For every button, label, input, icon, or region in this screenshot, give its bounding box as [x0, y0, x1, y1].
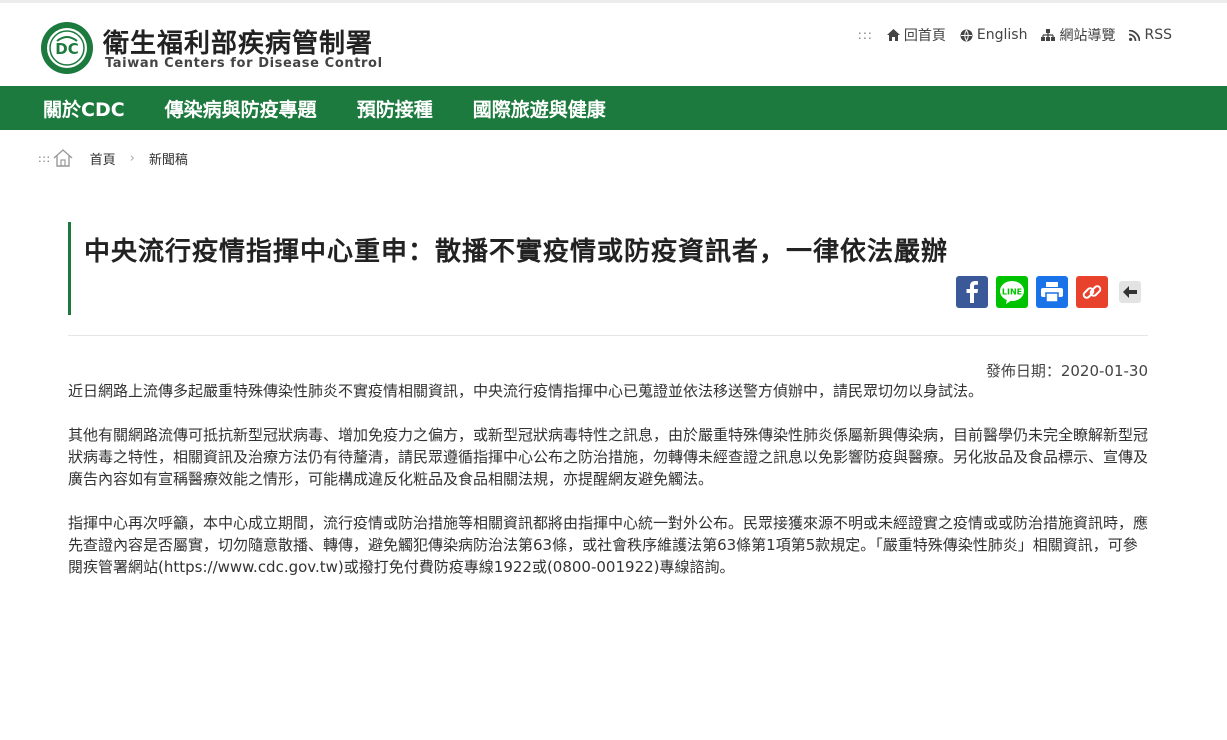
arrow-left-icon [1123, 286, 1137, 298]
nav-item-travel-health[interactable]: 國際旅遊與健康 [473, 95, 606, 122]
site-header: DC 衛生福利部疾病管制署 Taiwan Centers for Disease… [0, 3, 1227, 86]
rss-icon [1129, 29, 1141, 41]
org-name-cn: 衛生福利部疾病管制署 [103, 29, 374, 59]
home-icon [886, 29, 900, 41]
page-title: 中央流行疫情指揮中心重申：散播不實疫情或防疫資訊者，一律依法嚴辦 [84, 237, 949, 267]
title-divider [68, 335, 1148, 336]
sitemap-link[interactable]: 網站導覽 [1041, 25, 1115, 45]
svg-text:DC: DC [55, 40, 78, 58]
org-name-en: Taiwan Centers for Disease Control [105, 56, 383, 71]
nav-item-about-cdc[interactable]: 關於CDC [43, 95, 125, 122]
article-paragraph-3: 指揮中心再次呼籲，本中心成立期間，流行疫情或防治措施等相關資訊都將由指揮中心統一… [68, 514, 1149, 576]
globe-icon [960, 29, 973, 41]
breadcrumb: ::: 首頁 › 新聞稿 [38, 148, 188, 168]
main-nav: 關於CDC 傳染病與防疫專題 預防接種 國際旅遊與健康 [0, 86, 1227, 130]
article-paragraph-2: 其他有關網路流傳可抵抗新型冠狀病毒、增加免疫力之偏方，或新型冠狀病毒特性之訊息，… [68, 426, 1149, 488]
copy-link-button[interactable] [1076, 276, 1108, 308]
print-button[interactable] [1036, 276, 1068, 308]
line-icon-label: LINE [1002, 288, 1022, 297]
breadcrumb-chevron-icon: › [129, 150, 135, 166]
share-toolbar: LINE [956, 276, 1141, 308]
article-content: 近日網路上流傳多起嚴重特殊傳染性肺炎不實疫情相關資訊，中央流行疫情指揮中心已蒐證… [68, 380, 1148, 600]
breadcrumb-home[interactable]: 首頁 [90, 149, 116, 168]
rss-link-label: RSS [1144, 27, 1172, 43]
sitemap-link-label: 網站導覽 [1059, 28, 1116, 44]
facebook-share-button[interactable] [956, 276, 988, 308]
utility-links: ::: 回首頁 English 網站導覽 RSS [858, 25, 1172, 45]
home-link[interactable]: 回首頁 [886, 25, 946, 45]
breadcrumb-accesskey[interactable]: ::: [38, 152, 51, 165]
article-paragraph-1: 近日網路上流傳多起嚴重特殊傳染性肺炎不實疫情相關資訊，中央流行疫情指揮中心已蒐證… [68, 382, 984, 400]
cdc-logo-icon[interactable]: DC [40, 21, 94, 75]
nav-item-diseases[interactable]: 傳染病與防疫專題 [165, 95, 317, 122]
line-icon: LINE [1000, 281, 1024, 304]
publish-date: 發佈日期：2020-01-30 [985, 362, 1148, 380]
accesskey-marker[interactable]: ::: [858, 28, 873, 42]
line-share-button[interactable]: LINE [996, 276, 1028, 308]
print-icon [1041, 282, 1063, 302]
english-link[interactable]: English [960, 27, 1028, 43]
sitemap-icon [1041, 29, 1056, 41]
link-icon [1082, 285, 1102, 299]
breadcrumb-current[interactable]: 新聞稿 [149, 149, 188, 168]
english-link-label: English [976, 27, 1028, 43]
home-link-label: 回首頁 [903, 28, 946, 44]
nav-item-vaccination[interactable]: 預防接種 [357, 95, 433, 122]
rss-link[interactable]: RSS [1129, 27, 1172, 43]
back-button[interactable] [1119, 281, 1141, 303]
breadcrumb-home-icon [53, 149, 73, 167]
facebook-icon [966, 281, 978, 303]
